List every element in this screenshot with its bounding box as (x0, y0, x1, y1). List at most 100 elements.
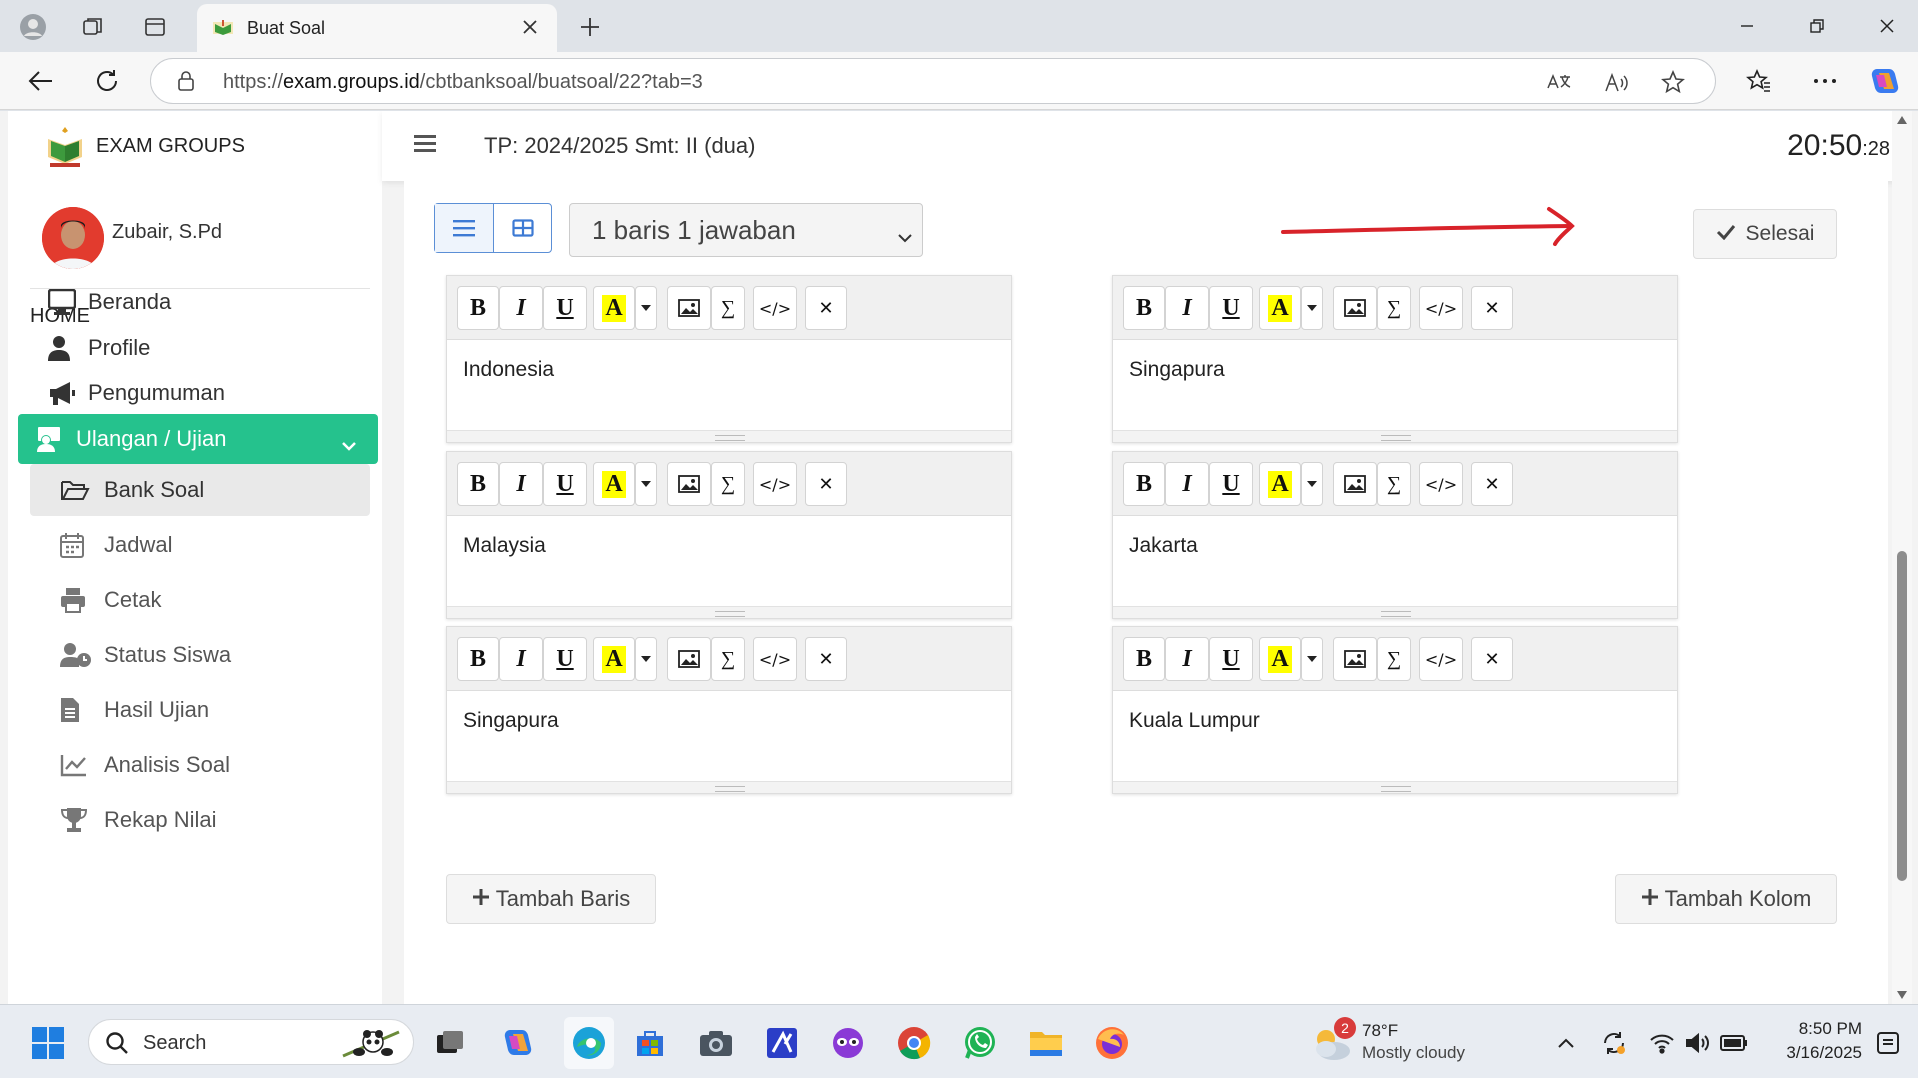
remove-format-button[interactable]: ✕ (1471, 637, 1513, 681)
highlight-button[interactable]: A (593, 462, 635, 506)
submenu-status-siswa[interactable]: Status Siswa (30, 629, 370, 681)
close-tab-icon[interactable] (517, 14, 543, 40)
code-view-button[interactable]: </> (1419, 462, 1463, 506)
answer-editor-right-2[interactable]: B I U A ∑ </> ✕ Jakarta (1112, 451, 1678, 619)
active-tab[interactable]: Buat Soal (197, 4, 557, 52)
firefox-icon[interactable] (1092, 1023, 1132, 1063)
hamburger-menu-icon[interactable] (414, 133, 440, 157)
grid-view-button[interactable] (493, 204, 551, 252)
edge-taskbar-icon[interactable] (564, 1017, 614, 1069)
windows-start-icon[interactable] (28, 1023, 68, 1063)
code-view-button[interactable]: </> (753, 637, 797, 681)
weather-widget[interactable]: 2 78°F Mostly cloudy (1310, 1017, 1510, 1067)
math-button[interactable]: ∑ (711, 637, 745, 681)
highlight-button[interactable]: A (593, 637, 635, 681)
whatsapp-icon[interactable] (960, 1023, 1000, 1063)
remove-format-button[interactable]: ✕ (805, 637, 847, 681)
vertical-tabs-icon[interactable] (140, 12, 170, 42)
favorite-star-icon[interactable] (1659, 69, 1687, 95)
insert-image-button[interactable] (667, 286, 711, 330)
tambah-baris-button[interactable]: Tambah Baris (446, 874, 656, 924)
underline-button[interactable]: U (1209, 637, 1253, 681)
italic-button[interactable]: I (499, 462, 543, 506)
underline-button[interactable]: U (543, 462, 587, 506)
close-window-icon[interactable] (1862, 8, 1912, 44)
submenu-bank-soal[interactable]: Bank Soal (30, 464, 370, 516)
battery-icon[interactable] (1720, 1029, 1748, 1057)
menu-ulangan-ujian[interactable]: Ulangan / Ujian (18, 414, 378, 464)
editor-content[interactable]: Singapura (463, 709, 559, 733)
camera-icon[interactable] (696, 1023, 736, 1063)
editor-content[interactable]: Singapura (1129, 358, 1225, 382)
profile-icon[interactable] (18, 12, 48, 42)
answer-editor-right-3[interactable]: B I U A ∑ </> ✕ Kuala Lumpur (1112, 626, 1678, 794)
remove-format-button[interactable]: ✕ (1471, 286, 1513, 330)
code-view-button[interactable]: </> (753, 462, 797, 506)
translate-icon[interactable] (1545, 69, 1573, 95)
math-button[interactable]: ∑ (711, 286, 745, 330)
highlight-dropdown-button[interactable] (1301, 286, 1323, 330)
bold-button[interactable]: B (457, 462, 499, 506)
highlight-dropdown-button[interactable] (635, 286, 657, 330)
highlight-dropdown-button[interactable] (1301, 637, 1323, 681)
highlight-button[interactable]: A (1259, 462, 1301, 506)
insert-image-button[interactable] (1333, 462, 1377, 506)
highlight-dropdown-button[interactable] (635, 462, 657, 506)
editor-content[interactable]: Kuala Lumpur (1129, 709, 1260, 733)
vscode-icon[interactable] (762, 1023, 802, 1063)
bold-button[interactable]: B (1123, 462, 1165, 506)
remove-format-button[interactable]: ✕ (805, 462, 847, 506)
scrollbar-thumb[interactable] (1897, 551, 1907, 881)
taskbar-search[interactable]: Search (88, 1019, 414, 1065)
minimize-icon[interactable] (1722, 8, 1772, 44)
italic-button[interactable]: I (1165, 462, 1209, 506)
app-mask-icon[interactable] (828, 1023, 868, 1063)
code-view-button[interactable]: </> (1419, 286, 1463, 330)
answer-editor-left-1[interactable]: B I U A ∑ </> ✕ Indonesia (446, 275, 1012, 443)
workspaces-icon[interactable] (78, 12, 108, 42)
remove-format-button[interactable]: ✕ (805, 286, 847, 330)
brand[interactable]: EXAM GROUPS (8, 111, 382, 181)
more-options-icon[interactable] (1806, 62, 1844, 100)
answer-editor-right-1[interactable]: B I U A ∑ </> ✕ Singapura (1112, 275, 1678, 443)
taskbar-clock[interactable]: 8:50 PM 3/16/2025 (1752, 1017, 1862, 1065)
insert-image-button[interactable] (667, 637, 711, 681)
highlight-dropdown-button[interactable] (1301, 462, 1323, 506)
chevron-up-icon[interactable] (1552, 1029, 1580, 1057)
bold-button[interactable]: B (457, 286, 499, 330)
back-arrow-icon[interactable] (22, 62, 60, 100)
selesai-button[interactable]: Selesai (1693, 209, 1837, 259)
math-button[interactable]: ∑ (1377, 637, 1411, 681)
insert-image-button[interactable] (1333, 637, 1377, 681)
menu-profile[interactable]: Profile (30, 323, 376, 373)
editor-resize-handle[interactable] (447, 606, 1011, 618)
submenu-rekap-nilai[interactable]: Rekap Nilai (30, 794, 370, 846)
highlight-button[interactable]: A (1259, 286, 1301, 330)
highlight-button[interactable]: A (593, 286, 635, 330)
math-button[interactable]: ∑ (711, 462, 745, 506)
submenu-analisis-soal[interactable]: Analisis Soal (30, 739, 370, 791)
url-bar[interactable]: https://exam.groups.id/cbtbanksoal/buats… (150, 58, 1716, 104)
editor-content[interactable]: Jakarta (1129, 534, 1198, 558)
underline-button[interactable]: U (1209, 462, 1253, 506)
avatar[interactable] (42, 207, 104, 269)
layout-select[interactable]: 1 baris 1 jawaban (569, 203, 923, 257)
underline-button[interactable]: U (543, 637, 587, 681)
math-button[interactable]: ∑ (1377, 286, 1411, 330)
read-aloud-icon[interactable] (1603, 69, 1631, 95)
submenu-cetak[interactable]: Cetak (30, 574, 370, 626)
reload-icon[interactable] (88, 62, 126, 100)
bold-button[interactable]: B (1123, 286, 1165, 330)
file-explorer-icon[interactable] (1026, 1023, 1066, 1063)
insert-image-button[interactable] (1333, 286, 1377, 330)
underline-button[interactable]: U (1209, 286, 1253, 330)
list-view-button[interactable] (435, 204, 493, 252)
volume-icon[interactable] (1684, 1029, 1712, 1057)
editor-content[interactable]: Indonesia (463, 358, 554, 382)
underline-button[interactable]: U (543, 286, 587, 330)
answer-editor-left-3[interactable]: B I U A ∑ </> ✕ Singapura (446, 626, 1012, 794)
task-view-icon[interactable] (430, 1023, 470, 1063)
lock-icon[interactable] (175, 70, 197, 92)
submenu-jadwal[interactable]: Jadwal (30, 519, 370, 571)
math-button[interactable]: ∑ (1377, 462, 1411, 506)
